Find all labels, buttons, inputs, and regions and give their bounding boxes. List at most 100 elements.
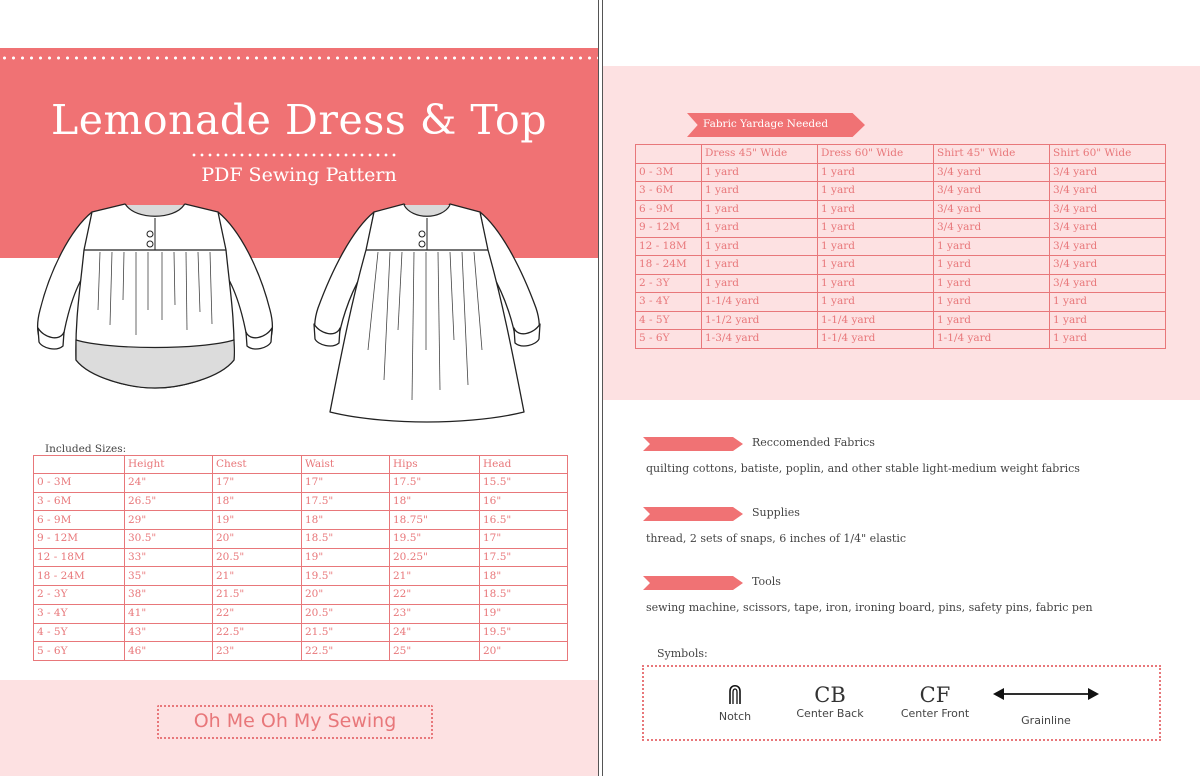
size-cell: 9 - 12M	[635, 218, 702, 238]
brand-footer: Oh Me Oh My Sewing	[157, 705, 433, 739]
column-header: Chest	[212, 455, 302, 474]
yardage-table-header-row: Dress 45" Wide Dress 60" Wide Shirt 45" Wi…	[635, 144, 1166, 164]
yardage-table-row: 5 - 6Y 1-3/4 yard 1-1/4 yard 1-1/4 yard 1 ya…	[635, 329, 1166, 349]
value-cell: 43"	[124, 622, 213, 643]
banner-dot-border	[0, 56, 598, 60]
value-cell: 1 yard	[817, 218, 934, 238]
sizes-table-row: 6 - 9M 29" 19" 18" 18.75" 16.5"	[33, 510, 568, 531]
value-cell: 3/4 yard	[1049, 236, 1166, 256]
grainline-label: Grainline	[1021, 714, 1071, 727]
supplies-title: Supplies	[752, 506, 800, 519]
value-cell: 19"	[301, 547, 390, 568]
grainline-arrow-icon	[993, 688, 1099, 700]
title-dot-divider	[190, 153, 396, 157]
value-cell: 24"	[389, 622, 480, 643]
sizes-table-row: 18 - 24M 35" 21" 19.5" 21" 18"	[33, 566, 568, 587]
value-cell: 18"	[212, 491, 302, 512]
size-cell: 0 - 3M	[33, 473, 125, 493]
yardage-table-row: 6 - 9M 1 yard 1 yard 3/4 yard 3/4 yard	[635, 199, 1166, 219]
size-cell: 3 - 4Y	[33, 603, 125, 624]
yardage-table-row: 3 - 6M 1 yard 1 yard 3/4 yard 3/4 yard	[635, 181, 1166, 201]
size-cell: 12 - 18M	[33, 547, 125, 568]
value-cell: 21.5"	[212, 585, 302, 605]
yardage-table-row: 9 - 12M 1 yard 1 yard 3/4 yard 3/4 yard	[635, 218, 1166, 238]
center-back-symbol: CB Center Back	[790, 683, 870, 720]
grainline-symbol: Grainline	[991, 685, 1101, 727]
sizes-table-row: 4 - 5Y 43" 22.5" 21.5" 24" 19.5"	[33, 622, 568, 643]
center-front-abbrev: CF	[919, 683, 951, 707]
value-cell: 1-1/4 yard	[817, 329, 934, 349]
value-cell: 1-1/4 yard	[933, 329, 1050, 349]
value-cell: 1-1/4 yard	[817, 310, 934, 330]
supplies-body: thread, 2 sets of snaps, 6 inches of 1/4…	[646, 532, 907, 545]
center-front-label: Center Front	[900, 707, 970, 720]
value-cell: 1 yard	[817, 199, 934, 219]
value-cell: 1 yard	[817, 181, 934, 201]
value-cell: 1 yard	[933, 310, 1050, 330]
value-cell: 3/4 yard	[1049, 218, 1166, 238]
value-cell: 1 yard	[817, 255, 934, 275]
value-cell: 22"	[389, 585, 480, 605]
sizes-table-row: 12 - 18M 33" 20.5" 19" 20.25" 17.5"	[33, 547, 568, 568]
column-header: Shirt 60" Wide	[1049, 144, 1166, 164]
value-cell: 1 yard	[1049, 329, 1166, 349]
value-cell: 1 yard	[701, 218, 818, 238]
value-cell: 17.5"	[389, 473, 480, 493]
value-cell: 22"	[212, 603, 302, 624]
fabrics-body: quilting cottons, batiste, poplin, and o…	[646, 462, 1080, 475]
value-cell: 15.5"	[479, 473, 568, 493]
supplies-arrow	[643, 507, 743, 521]
pattern-title: Lemonade Dress & Top	[51, 96, 547, 144]
value-cell: 23"	[389, 603, 480, 624]
value-cell: 46"	[124, 641, 213, 661]
value-cell: 22.5"	[301, 641, 390, 661]
center-front-symbol: CF Center Front	[892, 683, 978, 720]
yardage-table-row: 3 - 4Y 1-1/4 yard 1 yard 1 yard 1 yard	[635, 292, 1166, 312]
value-cell: 24"	[124, 473, 213, 493]
value-cell: 22.5"	[212, 622, 302, 643]
value-cell: 3/4 yard	[933, 218, 1050, 238]
sizes-table-header-row: Height Chest Waist Hips Head	[33, 455, 568, 474]
value-cell: 3/4 yard	[1049, 199, 1166, 219]
value-cell: 1-1/2 yard	[701, 310, 818, 330]
column-header: Shirt 45" Wide	[933, 144, 1050, 164]
column-header: Dress 60" Wide	[817, 144, 934, 164]
pattern-cover-page: Lemonade Dress & Top PDF Sewing Pattern	[0, 0, 598, 776]
value-cell: 1 yard	[1049, 310, 1166, 330]
value-cell: 3/4 yard	[1049, 162, 1166, 182]
value-cell: 1-1/4 yard	[701, 292, 818, 312]
value-cell: 1 yard	[933, 292, 1050, 312]
size-cell: 3 - 6M	[33, 491, 125, 512]
yardage-table-row: 2 - 3Y 1 yard 1 yard 1 yard 3/4 yard	[635, 273, 1166, 293]
size-cell: 5 - 6Y	[33, 641, 125, 661]
column-header: Height	[124, 455, 213, 474]
value-cell: 17.5"	[301, 491, 390, 512]
value-cell: 20"	[212, 529, 302, 549]
value-cell: 18"	[479, 566, 568, 587]
value-cell: 25"	[389, 641, 480, 661]
notch-symbol: Notch	[705, 683, 765, 723]
value-cell: 3/4 yard	[1049, 273, 1166, 293]
size-cell: 4 - 5Y	[635, 310, 702, 330]
value-cell: 3/4 yard	[1049, 255, 1166, 275]
value-cell: 41"	[124, 603, 213, 624]
value-cell: 20"	[479, 641, 568, 661]
column-header	[635, 144, 702, 164]
center-back-label: Center Back	[796, 707, 864, 720]
value-cell: 1-3/4 yard	[701, 329, 818, 349]
yardage-table-row: 12 - 18M 1 yard 1 yard 1 yard 3/4 yard	[635, 236, 1166, 256]
pattern-subtitle: PDF Sewing Pattern	[201, 164, 397, 186]
value-cell: 18.5"	[301, 529, 390, 549]
value-cell: 18.5"	[479, 585, 568, 605]
notch-icon	[729, 684, 741, 704]
value-cell: 16"	[479, 491, 568, 512]
value-cell: 19.5"	[479, 622, 568, 643]
value-cell: 19.5"	[301, 566, 390, 587]
yardage-table-row: 18 - 24M 1 yard 1 yard 1 yard 3/4 yard	[635, 255, 1166, 275]
value-cell: 17"	[479, 529, 568, 549]
size-cell: 6 - 9M	[33, 510, 125, 531]
size-cell: 3 - 4Y	[635, 292, 702, 312]
size-cell: 6 - 9M	[635, 199, 702, 219]
value-cell: 23"	[212, 641, 302, 661]
size-cell: 18 - 24M	[33, 566, 125, 587]
